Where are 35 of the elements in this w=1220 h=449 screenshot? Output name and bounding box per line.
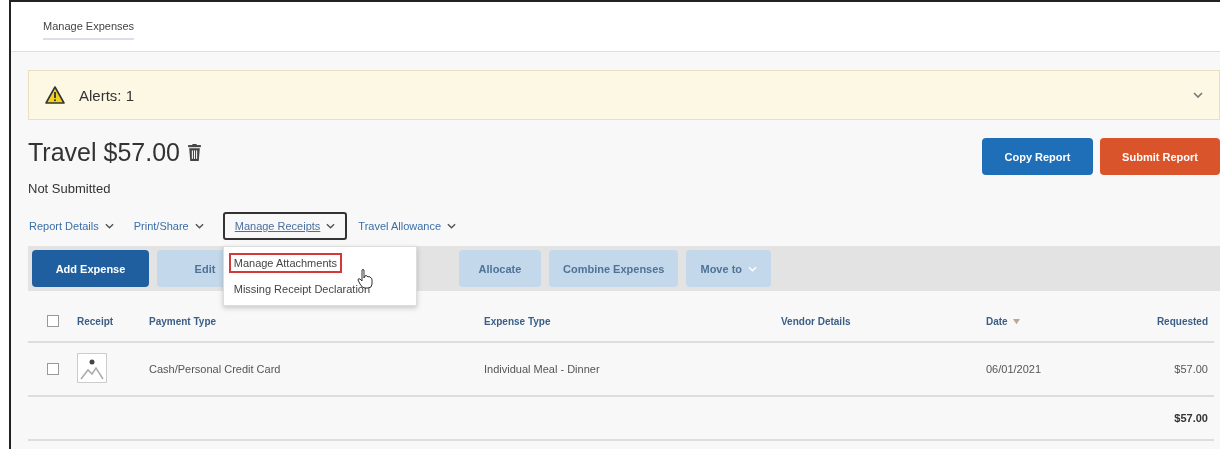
column-header[interactable]: Requested	[1156, 315, 1208, 327]
toolbar-button[interactable]: Add Expense	[32, 250, 149, 287]
sort-icon[interactable]	[1011, 317, 1021, 325]
table-cell-text: $57.00	[1173, 363, 1209, 375]
table-cell-text: 06/01/2021	[986, 363, 1043, 375]
total-amount: $57.00	[1174, 412, 1209, 424]
column-header[interactable]: Date	[986, 315, 1008, 327]
caret-icon	[447, 223, 457, 229]
table-cell-text: Cash/Personal Credit Card	[149, 363, 282, 375]
submit-button[interactable]: Submit Report	[1100, 138, 1220, 175]
column-header[interactable]: Payment Type	[149, 315, 217, 327]
expand-icon[interactable]	[1193, 92, 1203, 98]
warning-icon	[45, 86, 65, 104]
receipt-image-icon[interactable]	[77, 353, 107, 383]
select-all-checkbox[interactable]	[46, 315, 59, 327]
menu-link[interactable]: Manage Receipts	[222, 212, 348, 240]
caret-icon	[194, 223, 204, 229]
caret-icon	[748, 265, 758, 272]
column-header[interactable]: Receipt	[77, 315, 114, 327]
row-checkbox[interactable]	[46, 363, 59, 375]
column-header[interactable]: Expense Type	[484, 315, 551, 327]
page-tab[interactable]: Manage Expenses	[43, 13, 135, 40]
report-status: Not Submitted	[28, 181, 112, 196]
menu-item[interactable]: Manage Attachments	[228, 253, 343, 273]
table-cell-text: Individual Meal - Dinner	[484, 363, 601, 375]
copy-button[interactable]: Copy Report	[982, 138, 1093, 175]
column-header[interactable]: Vendor Details	[781, 315, 851, 327]
caret-icon	[104, 223, 114, 229]
menu-link[interactable]: Travel Allowance	[357, 212, 466, 240]
alert-label: Alerts: 1	[79, 86, 136, 104]
menu-link[interactable]: Print/Share	[132, 212, 213, 240]
caret-icon	[326, 223, 336, 229]
report-title: Travel $57.00	[28, 138, 180, 167]
menu-link[interactable]: Report Details	[28, 212, 123, 240]
trash-icon[interactable]	[187, 144, 201, 161]
